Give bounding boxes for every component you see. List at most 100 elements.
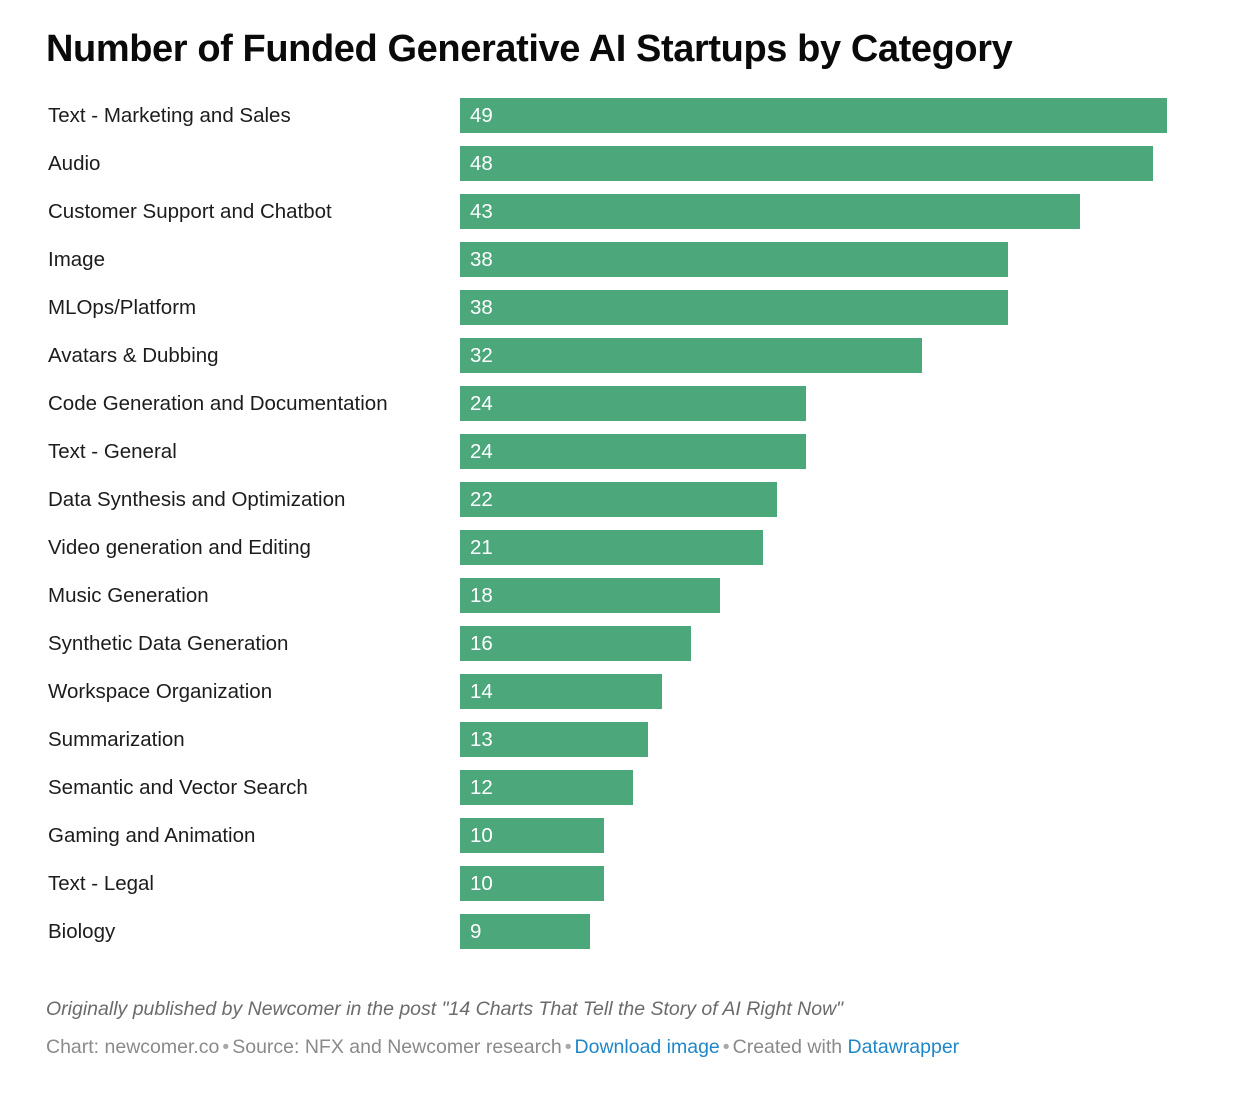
bar[interactable]: 10	[460, 818, 605, 853]
bar-track: 43	[460, 194, 1081, 229]
bar-row: Video generation and Editing 21	[0, 530, 1248, 578]
bar-row: Synthetic Data Generation 16	[0, 626, 1248, 674]
bar-row: Data Synthesis and Optimization 22	[0, 482, 1248, 530]
bar[interactable]: 18	[460, 578, 720, 613]
bar-value-label: 49	[470, 104, 493, 127]
bar-value-label: 48	[470, 152, 493, 175]
bar-value-label: 24	[470, 440, 493, 463]
bar-category-label: Music Generation	[48, 584, 209, 607]
bar-track: 24	[460, 386, 807, 421]
bar-category-label: Avatars & Dubbing	[48, 344, 219, 367]
bar-category-label: Text - Marketing and Sales	[48, 104, 291, 127]
bar-track: 13	[460, 722, 648, 757]
bar-row: Text - General 24	[0, 434, 1248, 482]
credit-created-with-label: Created with	[732, 1036, 843, 1058]
bar[interactable]: 38	[460, 290, 1009, 325]
datawrapper-link[interactable]: Datawrapper	[848, 1036, 960, 1058]
bar[interactable]: 32	[460, 338, 922, 373]
bar-category-label: Biology	[48, 920, 116, 943]
chart-credits: Chart: newcomer.co • Source: NFX and Newco…	[46, 1034, 959, 1060]
bar[interactable]: 38	[460, 242, 1009, 277]
bar[interactable]: 12	[460, 770, 634, 805]
bar-track: 24	[460, 434, 807, 469]
bar-value-label: 13	[470, 728, 493, 751]
bar-track: 38	[460, 242, 1009, 277]
bar-category-label: Semantic and Vector Search	[48, 776, 308, 799]
bar-value-label: 38	[470, 296, 493, 319]
bar-category-label: Synthetic Data Generation	[48, 632, 289, 655]
credit-separator-3: •	[722, 1036, 730, 1058]
bar-row: Avatars & Dubbing 32	[0, 338, 1248, 386]
bar-value-label: 14	[470, 680, 493, 703]
chart-container: Number of Funded Generative AI Startups …	[0, 0, 1248, 1102]
bar-row: Text - Legal 10	[0, 866, 1248, 914]
bar-track: 9	[460, 914, 590, 949]
bar[interactable]: 48	[460, 146, 1153, 181]
bar-track: 32	[460, 338, 922, 373]
credit-chart-source: Chart: newcomer.co	[46, 1036, 220, 1058]
bar-track: 22	[460, 482, 778, 517]
bar-row: Gaming and Animation 10	[0, 818, 1248, 866]
bar-value-label: 18	[470, 584, 493, 607]
credit-separator-2: •	[564, 1036, 572, 1058]
bar-track: 10	[460, 866, 605, 901]
bar-row: Text - Marketing and Sales 49	[0, 98, 1248, 146]
bar[interactable]: 24	[460, 386, 807, 421]
bar-value-label: 16	[470, 632, 493, 655]
bar-track: 18	[460, 578, 720, 613]
bar-track: 14	[460, 674, 663, 709]
bar-row: Semantic and Vector Search 12	[0, 770, 1248, 818]
bar-value-label: 9	[470, 920, 482, 943]
bar[interactable]: 14	[460, 674, 663, 709]
bar-value-label: 10	[470, 872, 493, 895]
bar-value-label: 12	[470, 776, 493, 799]
bar-row: Biology 9	[0, 914, 1248, 962]
bar-category-label: MLOps/Platform	[48, 296, 197, 319]
bar-track: 12	[460, 770, 634, 805]
bar[interactable]: 13	[460, 722, 648, 757]
bar[interactable]: 9	[460, 914, 590, 949]
bar-row: Summarization 13	[0, 722, 1248, 770]
bar-value-label: 32	[470, 344, 493, 367]
bar[interactable]: 16	[460, 626, 691, 661]
bar[interactable]: 10	[460, 866, 605, 901]
bar-category-label: Gaming and Animation	[48, 824, 256, 847]
download-image-link[interactable]: Download image	[575, 1036, 720, 1058]
bar-category-label: Summarization	[48, 728, 185, 751]
bar-track: 48	[460, 146, 1153, 181]
bar-category-label: Customer Support and Chatbot	[48, 200, 332, 223]
bar-row: Music Generation 18	[0, 578, 1248, 626]
bar-category-label: Workspace Organization	[48, 680, 273, 703]
bar[interactable]: 49	[460, 98, 1168, 133]
bar-row: Customer Support and Chatbot 43	[0, 194, 1248, 242]
chart-footnote: Originally published by Newcomer in the …	[46, 998, 844, 1020]
bar-value-label: 38	[470, 248, 493, 271]
bar-category-label: Audio	[48, 152, 101, 175]
bar-value-label: 24	[470, 392, 493, 415]
bar-row: Code Generation and Documentation 24	[0, 386, 1248, 434]
bar-row: Audio 48	[0, 146, 1248, 194]
bar-value-label: 10	[470, 824, 493, 847]
bar-value-label: 22	[470, 488, 493, 511]
credit-data-source: Source: NFX and Newcomer research	[232, 1036, 562, 1058]
bar-category-label: Text - General	[48, 440, 177, 463]
bar-track: 21	[460, 530, 764, 565]
bar[interactable]: 22	[460, 482, 778, 517]
bar-category-label: Data Synthesis and Optimization	[48, 488, 346, 511]
bar[interactable]: 43	[460, 194, 1081, 229]
bar-category-label: Video generation and Editing	[48, 536, 311, 559]
bar[interactable]: 21	[460, 530, 764, 565]
bar-track: 49	[460, 98, 1168, 133]
bar-value-label: 21	[470, 536, 493, 559]
bar-track: 16	[460, 626, 691, 661]
bar-category-label: Text - Legal	[48, 872, 154, 895]
bar-category-label: Image	[48, 248, 105, 271]
bar-row: MLOps/Platform 38	[0, 290, 1248, 338]
credit-separator-1: •	[222, 1036, 230, 1058]
bar-row: Workspace Organization 14	[0, 674, 1248, 722]
bar-track: 38	[460, 290, 1009, 325]
bar[interactable]: 24	[460, 434, 807, 469]
bar-track: 10	[460, 818, 605, 853]
bar-value-label: 43	[470, 200, 493, 223]
bar-category-label: Code Generation and Documentation	[48, 392, 388, 415]
